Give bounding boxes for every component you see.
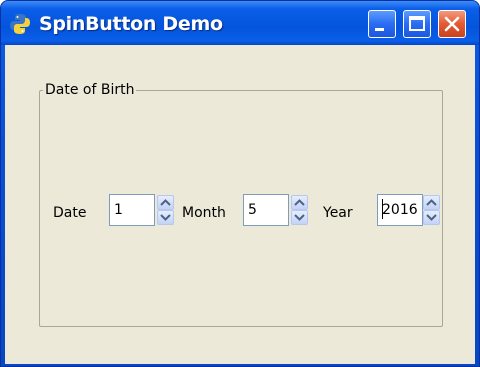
title-bar[interactable]: SpinButton Demo <box>1 1 479 45</box>
date-increment-button[interactable] <box>157 195 174 210</box>
date-input[interactable]: 1 <box>109 194 155 226</box>
month-label: Month <box>182 205 226 221</box>
year-input[interactable]: 2016 <box>377 194 423 226</box>
date-spinbutton[interactable]: 1 <box>109 194 175 228</box>
year-increment-button[interactable] <box>423 195 440 210</box>
month-decrement-button[interactable] <box>291 210 308 225</box>
text-caret <box>382 199 383 219</box>
chevron-up-icon <box>160 199 171 206</box>
year-label: Year <box>323 205 353 221</box>
chevron-down-icon <box>294 214 305 221</box>
chevron-up-icon <box>294 199 305 206</box>
client-area: Date of Birth Date 1 Month 5 Year 2016 <box>5 45 475 364</box>
year-spinbutton[interactable]: 2016 <box>377 194 443 228</box>
date-label: Date <box>53 205 87 221</box>
chevron-down-icon <box>426 214 437 221</box>
month-increment-button[interactable] <box>291 195 308 210</box>
group-title: Date of Birth <box>43 81 137 99</box>
maximize-icon <box>409 16 425 31</box>
python-icon <box>9 13 31 35</box>
month-input[interactable]: 5 <box>243 194 289 226</box>
year-decrement-button[interactable] <box>423 210 440 225</box>
close-icon <box>444 16 460 32</box>
chevron-up-icon <box>426 199 437 206</box>
window-title: SpinButton Demo <box>39 13 223 35</box>
chevron-down-icon <box>160 214 171 221</box>
month-spinbutton[interactable]: 5 <box>243 194 309 228</box>
minimize-button[interactable] <box>368 10 396 38</box>
app-window: SpinButton Demo Date of Birth Date 1 Mon… <box>0 0 480 367</box>
minimize-icon <box>375 28 384 31</box>
close-button[interactable] <box>438 10 466 38</box>
maximize-button[interactable] <box>403 10 431 38</box>
date-decrement-button[interactable] <box>157 210 174 225</box>
